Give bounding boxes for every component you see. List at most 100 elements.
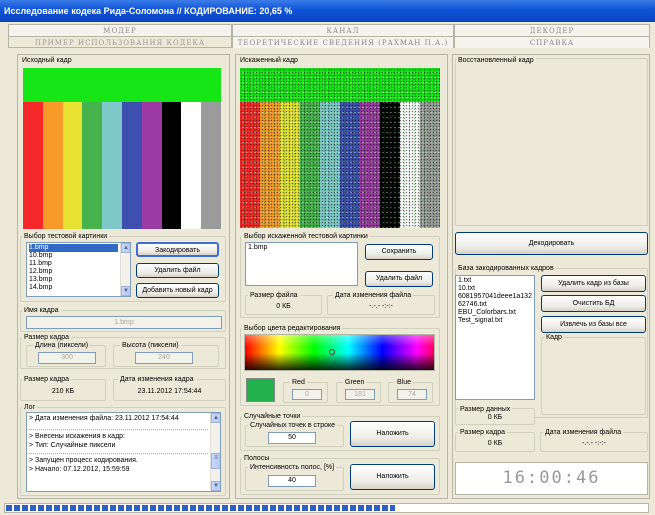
apply-points-button[interactable]: Наложить [350, 421, 435, 447]
stripes-intensity-field[interactable]: 40 [268, 475, 316, 487]
restored-frame-group [455, 58, 648, 226]
list-item[interactable]: Test_signal.txt [458, 317, 532, 325]
tab-help[interactable]: СПРАВКА [454, 36, 650, 48]
list-item[interactable]: 12.bmp [29, 268, 118, 276]
list-item[interactable]: 10.bmp [29, 252, 118, 260]
color-bar [42, 102, 63, 229]
log-list[interactable]: > Дата изменения файла: 23.11.2012 17:54… [26, 412, 221, 492]
distorted-size-title: Размер файла [248, 291, 300, 300]
list-scrollbar[interactable]: ▲ ▼ [120, 243, 130, 296]
clock-display: 16:00:46 [455, 462, 648, 495]
width-field[interactable]: 300 [38, 352, 96, 364]
points-count-field[interactable]: 50 [268, 432, 316, 444]
source-frame-title: Исходный кадр [20, 56, 74, 65]
scroll-up-icon[interactable]: ▲ [211, 413, 220, 423]
distorted-select-title: Выбор искаженной тестовой картинки [242, 232, 370, 241]
color-group-title: Выбор цвета редактирования [242, 324, 343, 333]
restored-size-value: 0 КБ [487, 440, 503, 447]
points-count-label: Случайных точек в строке [248, 421, 338, 430]
color-bar [23, 102, 43, 229]
file-size-title: Размер кадра [22, 375, 71, 384]
blue-field[interactable]: 74 [397, 389, 427, 400]
height-field[interactable]: 240 [135, 352, 193, 364]
log-line: > Тип: Случайные пиксели [29, 442, 116, 449]
restored-date-title: Дата изменения файла [543, 428, 624, 437]
restored-size-title: Размер кадра [458, 428, 507, 437]
window-title: Исследование кодека Рида-Соломона // КОД… [0, 0, 655, 22]
frame-info-title: Кадр [544, 333, 564, 342]
list-item[interactable]: 11.bmp [29, 260, 118, 268]
tab-modem[interactable]: МОДЕР [8, 24, 232, 36]
list-item[interactable]: 13.bmp [29, 276, 118, 284]
add-frame-button[interactable]: Добавить новый кадр [136, 283, 219, 298]
list-item[interactable]: 6081957041deee1a132 [458, 293, 532, 301]
frame-name-title: Имя кадра [22, 306, 61, 315]
progress-fill [6, 505, 395, 511]
file-date-title: Дата изменения кадра [118, 375, 196, 384]
frame-name-field[interactable]: 1.bmp [26, 316, 222, 329]
green-label: Green [343, 378, 367, 387]
encode-button[interactable]: Закодировать [136, 242, 219, 257]
list-item[interactable]: 10.txt [458, 285, 532, 293]
file-size-value: 210 КБ [51, 388, 75, 395]
picker-cursor-icon[interactable] [329, 349, 335, 355]
save-button[interactable]: Сохранить [365, 244, 433, 260]
green-field[interactable]: 181 [345, 389, 375, 400]
restored-date-value: -.-.- -:-:- [582, 440, 606, 447]
scroll-down-icon[interactable]: ▼ [211, 481, 220, 491]
scroll-up-icon[interactable]: ▲ [121, 243, 130, 253]
log-line: > Внесены искажения в кадр: [29, 429, 208, 441]
log-line: > Запущен процесс кодирования. [29, 453, 208, 465]
delete-from-db-button[interactable]: Удалить кадр из базы [541, 275, 646, 292]
stripes-intensity-label: Интенсивность полос, [%] [248, 463, 337, 472]
encoding-progress-bar [4, 503, 649, 513]
clear-db-button[interactable]: Очистить БД [541, 295, 646, 312]
red-label: Red [290, 378, 307, 387]
tab-channel[interactable]: КАНАЛ [232, 24, 454, 36]
color-swatch [246, 378, 275, 402]
file-date-value: 23.11.2012 17:54:44 [137, 388, 202, 395]
extract-all-button[interactable]: Извлечь из базы все [541, 316, 646, 333]
log-line: > Начало: 07.12.2012, 15:59:59 [29, 466, 130, 473]
height-label: Высота (пиксели) [120, 341, 181, 350]
color-bar [201, 102, 221, 229]
width-label: Длина (пиксели) [33, 341, 91, 350]
list-item[interactable]: 1.bmp [248, 244, 355, 252]
tab-decoder[interactable]: ДЕКОДЕР [454, 24, 650, 36]
stripes-title: Полосы [242, 454, 272, 463]
distorted-frame-image [240, 68, 440, 228]
color-bar [62, 102, 83, 229]
list-item[interactable]: 1.txt [458, 277, 532, 285]
test-image-group-title: Выбор тестовой картинки [22, 232, 110, 241]
color-bar [82, 102, 103, 229]
color-bar [161, 102, 182, 229]
database-list[interactable]: 1.txt 10.txt 6081957041deee1a132 62746.t… [455, 275, 535, 400]
data-size-value: 0 КБ [487, 414, 503, 421]
list-item[interactable]: 14.bmp [29, 284, 118, 292]
distorted-date-title: Дата изменения файла [333, 291, 414, 300]
distorted-size-value: 0 КБ [276, 303, 291, 310]
color-bar [122, 102, 142, 229]
log-title: Лог [22, 403, 38, 412]
data-size-title: Размер данных [458, 405, 513, 414]
color-spectrum-picker[interactable] [244, 334, 435, 371]
decode-button[interactable]: Декодировать [455, 232, 648, 255]
delete-file-button[interactable]: Удалить файл [136, 263, 219, 278]
scroll-thumb[interactable]: ≡ [211, 453, 220, 469]
red-field[interactable]: 0 [292, 389, 322, 400]
list-item[interactable]: 62746.txt [458, 301, 532, 309]
blue-label: Blue [395, 378, 414, 387]
apply-stripes-button[interactable]: Наложить [350, 464, 435, 490]
distorted-image-list[interactable]: 1.bmp [245, 242, 358, 286]
frame-info-group [541, 337, 646, 415]
delete-distorted-button[interactable]: Удалить файл [365, 271, 433, 287]
list-item[interactable]: 1.bmp [29, 244, 118, 252]
log-scrollbar[interactable]: ▲ ≡ ▼ [210, 413, 220, 491]
tab-example[interactable]: ПРИМЕР ИСПОЛЬЗОВАНИЯ КОДЕКА [8, 36, 232, 48]
test-image-list[interactable]: 1.bmp 10.bmp 11.bmp 12.bmp 13.bmp 14.bmp… [26, 242, 131, 297]
color-bar [102, 102, 122, 229]
list-item[interactable]: EBU_Colorbars.txt [458, 309, 532, 317]
scroll-down-icon[interactable]: ▼ [121, 286, 130, 296]
source-frame-image [23, 68, 221, 229]
tab-theory[interactable]: ТЕОРЕТИЧЕСКИЕ СВЕДЕНИЯ (РАХМАН П.А.) [232, 36, 454, 48]
